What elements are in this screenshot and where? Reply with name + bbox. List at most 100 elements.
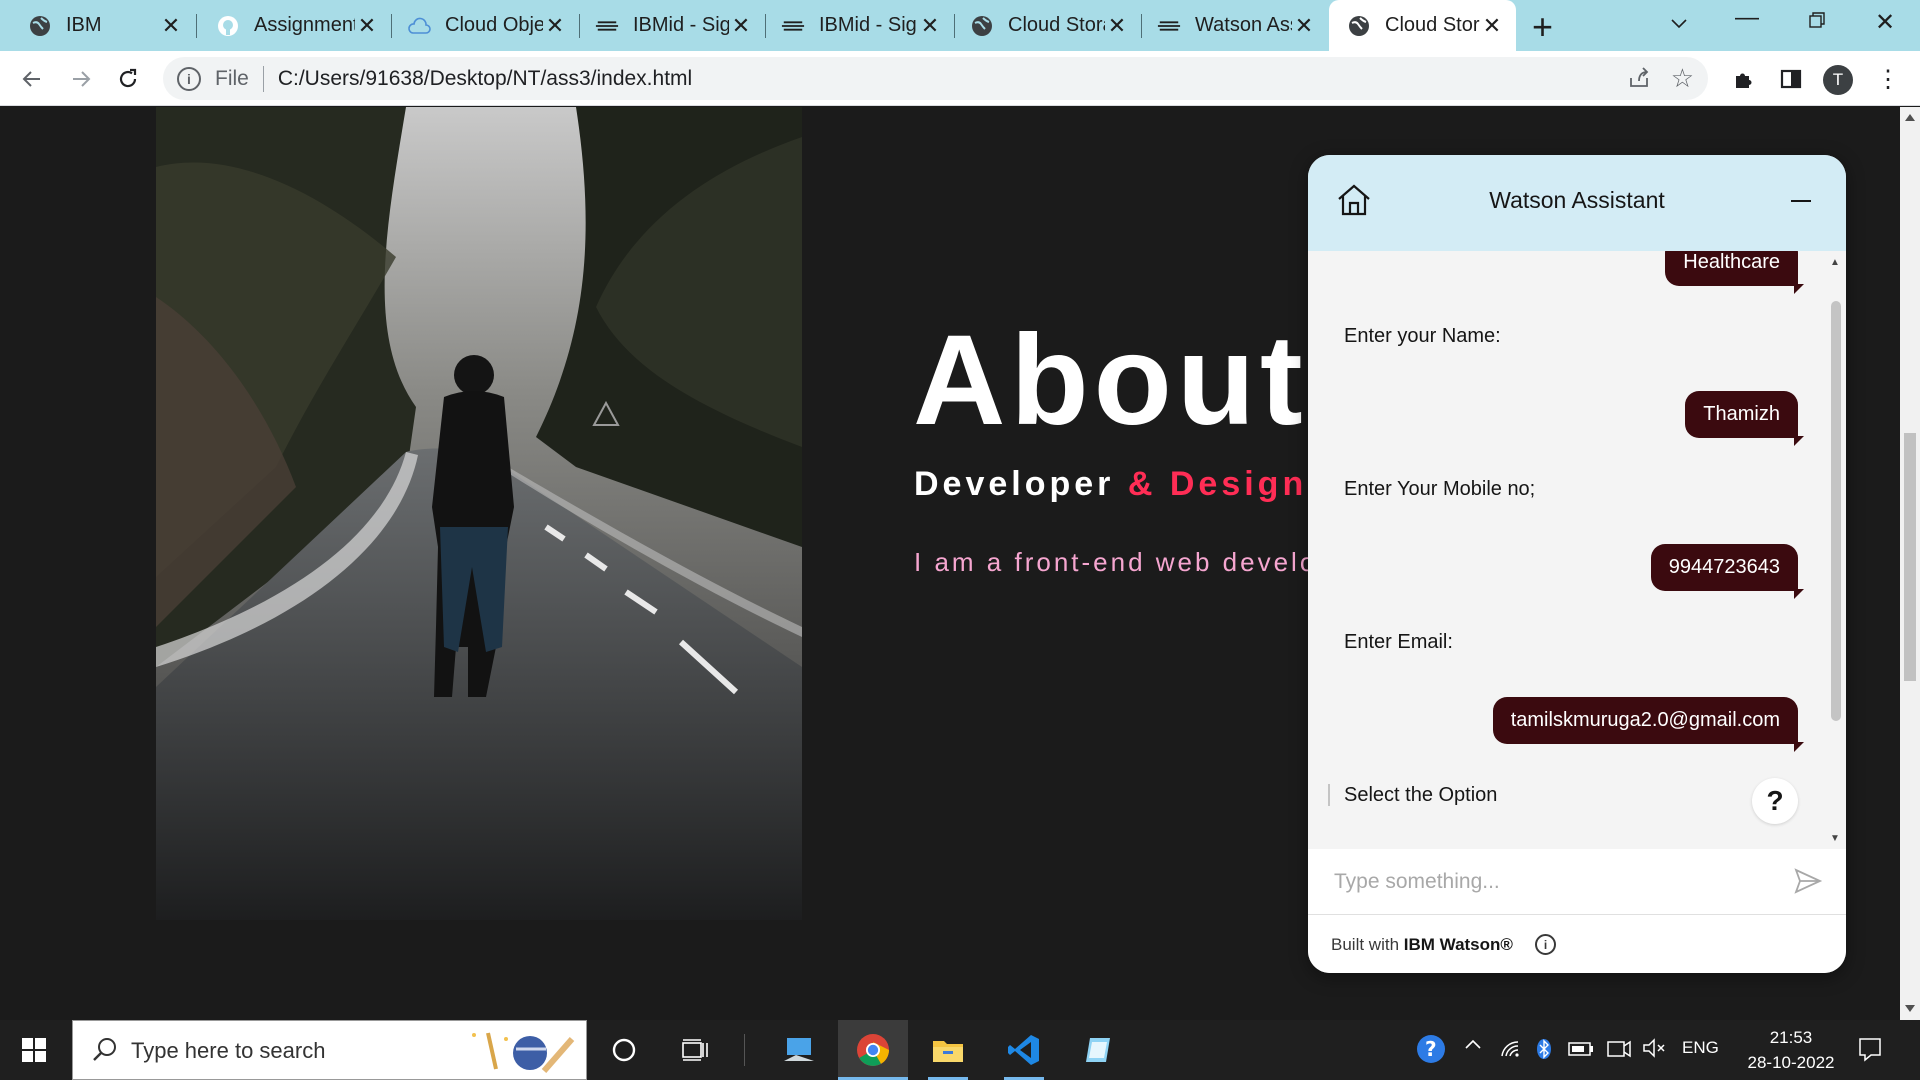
chrome-icon[interactable] [853,1030,893,1070]
profile-avatar[interactable]: T [1823,65,1853,95]
minimize-chat-button[interactable] [1791,200,1811,202]
bot-message: Select the Option [1344,784,1498,806]
back-arrow-icon[interactable] [16,63,48,95]
address-url[interactable]: C:/Users/91638/Desktop/NT/ass3/index.htm… [278,67,692,91]
notifications-icon[interactable] [1857,1036,1883,1068]
chat-scrollbar[interactable]: ▲ ▼ [1824,251,1846,849]
volume-muted-icon[interactable] [1642,1038,1666,1064]
show-hidden-icons-chevron-icon[interactable] [1464,1034,1482,1057]
github-icon [216,14,240,38]
task-view-icon[interactable] [675,1030,715,1070]
search-highlight-cricket-icon [468,1027,578,1080]
tab-cloud-object[interactable]: Cloud Obje ✕ [391,0,579,51]
remote-desktop-icon[interactable] [779,1030,819,1070]
menu-kebab-icon[interactable]: ⋮ [1872,63,1904,95]
tab-title: Cloud Obje [445,14,543,36]
browser-toolbar: i File C:/Users/91638/Desktop/NT/ass3/in… [0,51,1920,106]
bot-message: Enter Email: [1344,631,1453,653]
close-icon[interactable]: ✕ [543,13,567,39]
help-button[interactable]: ? [1752,778,1798,824]
close-icon[interactable]: ✕ [729,13,753,39]
input-language[interactable]: ENG [1682,1038,1719,1058]
page-scrollbar[interactable] [1900,107,1920,1020]
user-message: Healthcare [1665,251,1804,294]
taskbar-search-box[interactable]: Type here to search [72,1020,587,1080]
built-with-label: Built with IBM Watson® [1331,935,1513,955]
chat-header: Watson Assistant [1308,155,1846,251]
user-message: 9944723643 [1650,544,1805,599]
page-scrollbar-thumb[interactable] [1904,433,1916,681]
tab-watson-assistant[interactable]: Watson Ass ✕ [1141,0,1328,51]
tab-search-chevron-icon[interactable] [1659,8,1699,36]
tab-ibmid-1[interactable]: IBMid - Sig ✕ [579,0,765,51]
tab-title: Assignment [254,14,355,36]
search-icon [91,1036,119,1069]
battery-icon[interactable] [1568,1040,1594,1063]
cortana-icon[interactable] [604,1030,644,1070]
role-subtitle: Developer & Designer [914,465,1347,504]
message-focus-marker [1328,784,1330,806]
close-icon[interactable]: ✕ [1480,13,1504,39]
chat-title: Watson Assistant [1489,187,1665,213]
clock-date[interactable]: 28-10-2022 [1735,1053,1847,1073]
tab-cloud-storage-1[interactable]: Cloud Stora ✕ [954,0,1141,51]
tab-title: Cloud Stora [1385,14,1480,36]
file-explorer-icon[interactable] [928,1030,968,1070]
restore-window-button[interactable] [1797,8,1837,36]
notepad-icon[interactable] [1080,1030,1120,1070]
chat-scroll-up-icon[interactable]: ▲ [1830,257,1840,268]
reload-icon[interactable] [112,63,144,95]
bookmark-star-icon[interactable]: ☆ [1671,63,1694,94]
ibm-bee-icon [1157,14,1181,38]
ibm-watson-brand: IBM Watson® [1403,935,1513,954]
extensions-puzzle-icon[interactable] [1728,63,1760,95]
tab-title: IBMid - Sig [633,14,729,36]
tab-ibm[interactable]: IBM ✕ [0,0,195,51]
cloud-icon [407,14,431,38]
tab-ibmid-2[interactable]: IBMid - Sig ✕ [765,0,954,51]
side-panel-icon[interactable] [1775,63,1807,95]
close-window-button[interactable]: ✕ [1865,8,1905,37]
svg-text:?: ? [1425,1037,1437,1061]
browser-tab-bar: IBM ✕ Assignment ✕ Cloud Obje ✕ IBMid - … [0,0,1920,51]
help-tray-icon[interactable]: ? [1412,1030,1452,1070]
share-icon[interactable] [1626,65,1652,96]
meet-now-icon[interactable] [1606,1036,1632,1066]
info-icon[interactable]: i [1535,934,1556,955]
taskbar-divider [744,1034,745,1066]
chat-messages: Healthcare Enter your Name: Thamizh Ente… [1308,251,1846,849]
windows-start-icon[interactable] [22,1038,46,1062]
tab-title: Watson Ass [1195,14,1292,36]
close-icon[interactable]: ✕ [355,13,379,39]
globe-icon [970,14,994,38]
minimize-window-button[interactable]: — [1727,4,1767,32]
scroll-down-arrow-icon[interactable] [1905,1005,1915,1013]
tab-assignment[interactable]: Assignment ✕ [196,0,391,51]
new-tab-button[interactable]: + [1532,6,1553,48]
subtitle-developer: Developer [914,465,1115,503]
send-icon[interactable] [1793,867,1823,900]
site-info-icon[interactable]: i [177,66,201,91]
chat-scroll-down-icon[interactable]: ▼ [1830,833,1840,844]
forward-arrow-icon[interactable] [65,63,97,95]
close-icon[interactable]: ✕ [1292,13,1316,39]
chat-input[interactable] [1334,865,1764,899]
tab-title: IBMid - Sig [819,14,917,36]
clock-time[interactable]: 21:53 [1750,1028,1832,1048]
wifi-icon[interactable] [1500,1040,1522,1064]
chat-scrollbar-thumb[interactable] [1831,301,1841,721]
globe-icon [1347,14,1371,38]
close-icon[interactable]: ✕ [918,13,942,39]
hero-photo [156,107,802,920]
tab-cloud-storage-active[interactable]: Cloud Stora ✕ [1329,0,1516,51]
ibm-bee-icon [595,14,619,38]
close-icon[interactable]: ✕ [1105,13,1129,39]
close-icon[interactable]: ✕ [159,13,183,39]
address-scheme-label: File [215,66,249,90]
scroll-up-arrow-icon[interactable] [1905,113,1915,121]
chat-footer: Built with IBM Watson® i [1308,915,1846,973]
bot-message: Enter your Name: [1344,325,1501,347]
address-bar[interactable]: i File C:/Users/91638/Desktop/NT/ass3/in… [163,57,1708,100]
vscode-icon[interactable] [1004,1030,1044,1070]
bluetooth-icon[interactable] [1536,1038,1552,1066]
